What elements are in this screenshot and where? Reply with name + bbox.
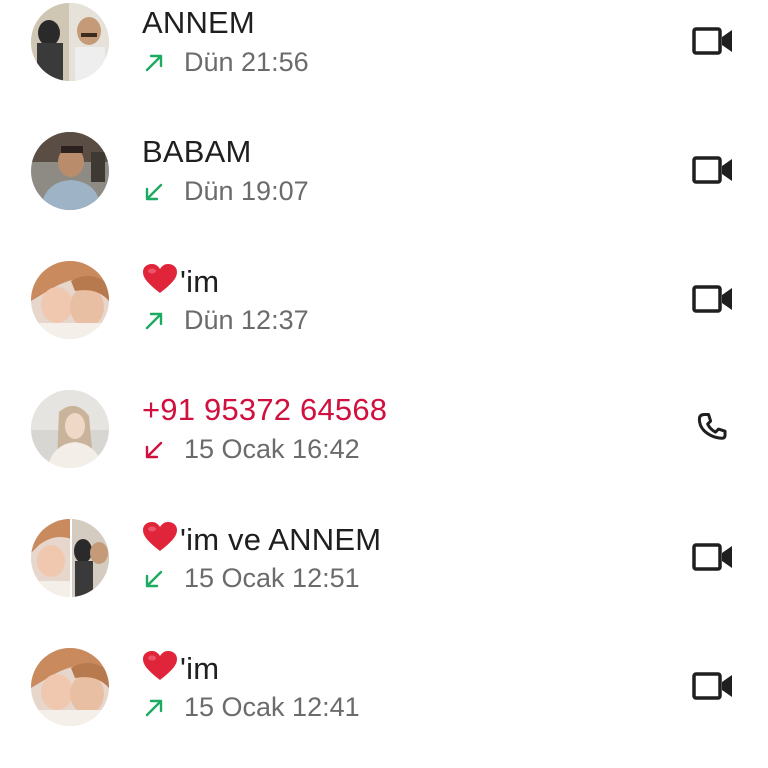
avatar-photo-icon [31,132,109,210]
call-row[interactable]: 'im ve ANNEM 15 Ocak 12:51 [0,519,768,648]
call-info: Dün 21:56 [142,47,309,78]
video-call-button[interactable] [688,16,738,66]
avatar-photo-icon [31,648,109,726]
red-heart-icon [143,522,177,551]
contact-name: ANNEM [142,5,255,40]
phone-call-icon [697,413,727,440]
call-info: Dün 12:37 [142,305,309,336]
call-info: Dün 19:07 [142,176,309,207]
call-list: ANNEM Dün 21:56 BABAM Dün 19:07 'im Dün … [0,0,768,768]
video-call-icon [692,672,732,700]
call-row[interactable]: 'im Dün 12:37 [0,261,768,390]
red-heart-icon [143,651,177,680]
contact-name: 'im ve ANNEM [142,521,381,558]
call-row[interactable]: +91 95372 64568 15 Ocak 16:42 [0,390,768,519]
arrow-down-left-icon [142,180,166,204]
arrow-down-left-icon [142,438,166,462]
avatar-photo-icon [31,390,109,468]
contact-avatar[interactable] [31,648,109,726]
video-call-icon [692,156,732,184]
video-call-button[interactable] [688,274,738,324]
red-heart-icon [143,264,177,293]
contact-name: BABAM [142,134,252,169]
call-row[interactable]: 'im 15 Ocak 12:41 [0,648,768,768]
voice-call-button[interactable] [688,403,738,453]
video-call-button[interactable] [688,145,738,195]
arrow-up-right-icon [142,51,166,75]
contact-avatar[interactable] [31,519,109,597]
call-row[interactable]: ANNEM Dün 21:56 [0,3,768,132]
arrow-up-right-icon [142,696,166,720]
video-call-icon [692,543,732,571]
contact-avatar[interactable] [31,261,109,339]
arrow-up-right-icon [142,309,166,333]
call-time: 15 Ocak 16:42 [184,434,360,464]
avatar-photo-icon [31,261,109,339]
video-call-button[interactable] [688,532,738,582]
avatar-photo-icon [31,3,109,81]
call-time: Dün 21:56 [184,47,309,77]
contact-avatar[interactable] [31,132,109,210]
contact-name: 'im [142,263,219,300]
video-call-button[interactable] [688,661,738,711]
call-info: 15 Ocak 12:51 [142,563,360,594]
call-time: Dün 19:07 [184,176,309,206]
arrow-down-left-icon [142,567,166,591]
video-call-icon [692,27,732,55]
call-time: 15 Ocak 12:41 [184,692,360,722]
video-call-icon [692,285,732,313]
contact-avatar[interactable] [31,390,109,468]
call-time: 15 Ocak 12:51 [184,563,360,593]
call-time: Dün 12:37 [184,305,309,335]
call-row[interactable]: BABAM Dün 19:07 [0,132,768,261]
call-info: 15 Ocak 16:42 [142,434,360,465]
group-avatar-photo-icon [31,519,109,597]
contact-name: +91 95372 64568 [142,392,388,427]
contact-avatar[interactable] [31,3,109,81]
contact-name: 'im [142,650,219,687]
call-info: 15 Ocak 12:41 [142,692,360,723]
